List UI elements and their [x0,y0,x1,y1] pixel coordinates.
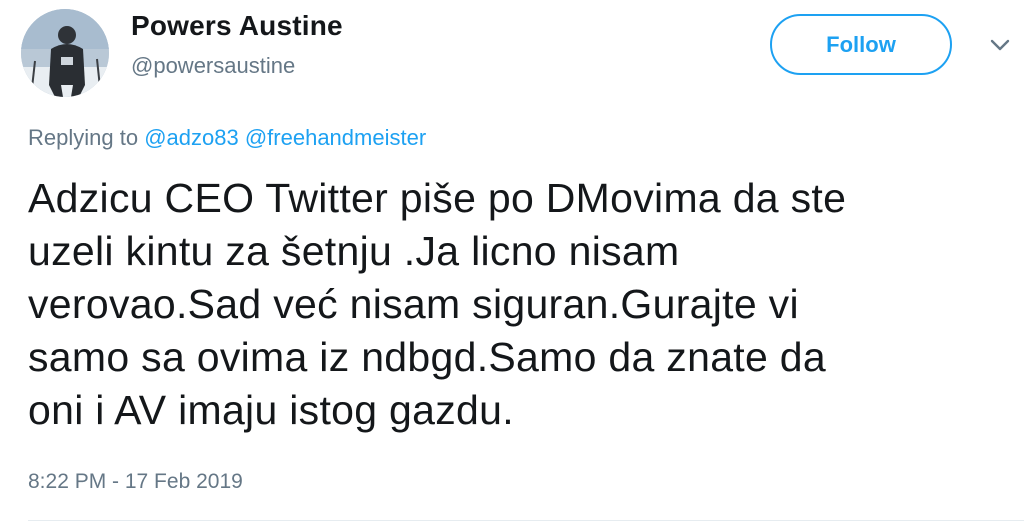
avatar[interactable] [21,9,109,97]
follow-button[interactable]: Follow [770,14,952,75]
tweet-timestamp[interactable]: 8:22 PM - 17 Feb 2019 [28,470,243,494]
tweet-card: Powers Austine @powersaustine Follow Rep… [0,0,1024,527]
tweet-text-line: Adzicu CEO Twitter piše po DMovima da st… [28,175,847,221]
reply-context-prefix: Replying to [28,125,139,150]
tweet-text: Adzicu CEO Twitter piše po DMovima da st… [28,172,988,437]
tweet-text-line: oni i AV imaju istog gazdu. [28,387,514,433]
tweet-text-line: samo sa ovima iz ndbgd.Samo da znate da [28,334,826,380]
author-handle[interactable]: @powersaustine [131,53,295,79]
divider [28,520,1024,521]
avatar-photo-icon [21,9,109,97]
reply-context: Replying to @adzo83 @freehandmeister [28,125,426,151]
more-options-button[interactable] [986,34,1014,56]
mention-link[interactable]: @freehandmeister [245,125,426,150]
tweet-text-line: uzeli kintu za šetnju .Ja licno nisam [28,228,680,274]
chevron-down-icon [990,39,1010,51]
author-name[interactable]: Powers Austine [131,10,343,42]
mention-link[interactable]: @adzo83 [144,125,239,150]
tweet-text-line: verovao.Sad već nisam siguran.Gurajte vi [28,281,799,327]
